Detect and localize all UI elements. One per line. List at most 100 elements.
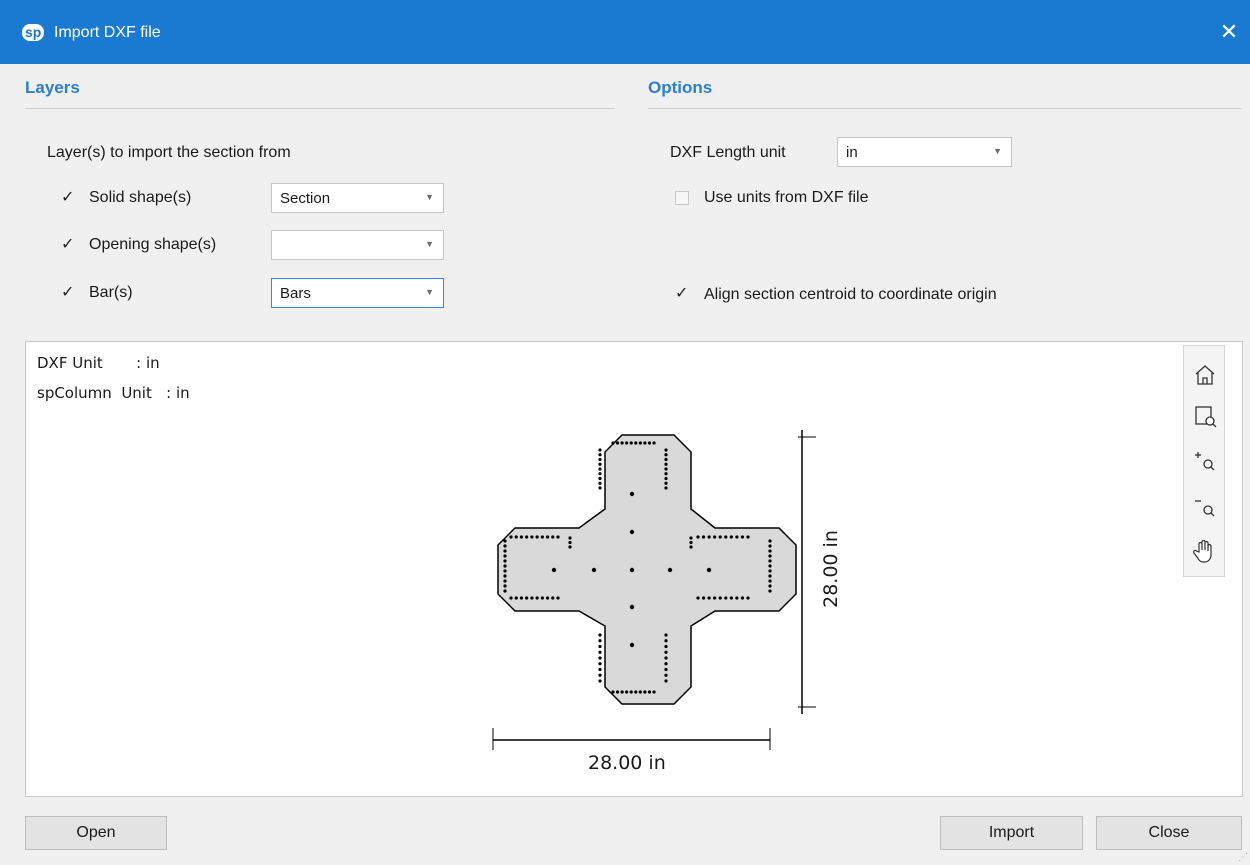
bar-dot bbox=[514, 535, 518, 539]
bar-dot bbox=[591, 567, 597, 573]
bar-dot bbox=[551, 535, 555, 539]
bar-dot bbox=[768, 584, 772, 588]
bar-dot bbox=[664, 448, 668, 452]
bar-dot bbox=[643, 690, 647, 694]
layers-prompt: Layer(s) to import the section from bbox=[47, 144, 291, 161]
bar-dot bbox=[740, 535, 745, 539]
bar-dot bbox=[598, 656, 602, 660]
bar-dot bbox=[664, 667, 668, 672]
bar-dot bbox=[746, 535, 750, 539]
use-units-label: Use units from DXF file bbox=[704, 189, 869, 206]
bar-dot bbox=[615, 441, 620, 445]
bar-dot bbox=[598, 472, 602, 476]
opening-shape-dropdown[interactable]: ▼ bbox=[271, 230, 444, 260]
bar-dot bbox=[503, 554, 507, 558]
bar-dot bbox=[664, 644, 668, 649]
zoom-window-icon[interactable] bbox=[1190, 401, 1220, 431]
home-icon[interactable] bbox=[1190, 360, 1220, 390]
bar-dot bbox=[664, 639, 668, 643]
bar-dot bbox=[707, 535, 711, 539]
bar-dot bbox=[696, 596, 700, 600]
bar-dot bbox=[638, 690, 642, 694]
bar-dot bbox=[598, 679, 602, 683]
zoom-in-icon[interactable] bbox=[1190, 446, 1220, 476]
chevron-down-icon: ▼ bbox=[993, 146, 1002, 156]
bar-dot bbox=[664, 476, 668, 481]
length-unit-label: DXF Length unit bbox=[670, 144, 786, 161]
bar-dot bbox=[634, 441, 638, 445]
open-button[interactable]: Open bbox=[25, 816, 167, 850]
bar-dot bbox=[713, 535, 717, 539]
bar-dot bbox=[667, 567, 673, 573]
bar-dot bbox=[664, 633, 668, 637]
bar-dot bbox=[568, 545, 572, 549]
bar-dot bbox=[768, 559, 772, 563]
bar-dot bbox=[664, 453, 668, 457]
bar-dot bbox=[503, 549, 507, 553]
bar-dot bbox=[598, 644, 602, 649]
layers-heading: Layers bbox=[25, 78, 80, 97]
bar-dot bbox=[503, 539, 507, 543]
bar-dot bbox=[620, 441, 624, 445]
import-button[interactable]: Import bbox=[940, 816, 1083, 850]
bar-dot bbox=[540, 535, 544, 539]
bar-dot bbox=[724, 535, 728, 539]
bar-dot bbox=[652, 690, 656, 694]
bar-dot bbox=[598, 650, 602, 654]
zoom-out-icon[interactable] bbox=[1190, 492, 1220, 522]
bar-dot bbox=[519, 535, 524, 539]
bar-dot bbox=[540, 596, 544, 600]
align-centroid-checkbox[interactable]: ✓ bbox=[675, 285, 689, 302]
close-icon[interactable]: ✕ bbox=[1215, 15, 1243, 49]
bar-dot bbox=[535, 596, 539, 600]
bar-dot bbox=[611, 690, 615, 694]
section-preview-canvas[interactable]: DXF Unit : in spColumn Unit : in 28.00 i… bbox=[25, 341, 1243, 797]
bar-dot bbox=[629, 491, 635, 497]
bar-dot bbox=[740, 596, 745, 600]
close-button[interactable]: Close bbox=[1096, 816, 1242, 850]
bar-dot bbox=[718, 596, 722, 600]
bar-dot bbox=[729, 596, 733, 600]
bar-dot bbox=[647, 441, 652, 445]
solid-shape-value: Section bbox=[280, 190, 331, 207]
bar-dot bbox=[598, 467, 602, 471]
bar-dot bbox=[629, 441, 633, 445]
bar-dot bbox=[503, 544, 507, 548]
use-units-checkbox[interactable] bbox=[675, 191, 689, 205]
bar-dot bbox=[768, 564, 772, 568]
resize-grip-icon[interactable]: ⋰ bbox=[1238, 852, 1248, 863]
pan-hand-icon[interactable] bbox=[1190, 536, 1220, 566]
bar-dot bbox=[551, 596, 555, 600]
bar-dot bbox=[664, 656, 668, 660]
bar-dot bbox=[598, 662, 602, 666]
bar-dot bbox=[768, 579, 772, 583]
bar-dot bbox=[598, 633, 602, 637]
bar-dot bbox=[713, 596, 717, 600]
bar-dot bbox=[598, 457, 602, 462]
solid-shape-checkbox[interactable]: ✓ bbox=[61, 189, 75, 206]
bar-dot bbox=[634, 690, 638, 694]
bars-dropdown[interactable]: Bars ▼ bbox=[271, 278, 444, 308]
bar-dot bbox=[598, 453, 602, 457]
bars-checkbox[interactable]: ✓ bbox=[61, 284, 75, 301]
bar-dot bbox=[598, 667, 602, 672]
bar-dot bbox=[503, 574, 507, 578]
length-unit-dropdown[interactable]: in ▼ bbox=[837, 137, 1012, 167]
bar-dot bbox=[598, 462, 602, 466]
bar-dot bbox=[598, 639, 602, 643]
vertical-dimension-label: 28.00 in bbox=[820, 530, 842, 608]
bar-dot bbox=[615, 690, 620, 694]
bar-dot bbox=[768, 539, 772, 543]
bar-dot bbox=[503, 564, 507, 568]
bar-dot bbox=[664, 679, 668, 683]
solid-shape-dropdown[interactable]: Section ▼ bbox=[271, 183, 444, 213]
bar-dot bbox=[768, 544, 772, 548]
bar-dot bbox=[519, 596, 524, 600]
bar-dot bbox=[556, 535, 560, 539]
bars-value: Bars bbox=[280, 285, 311, 302]
opening-shape-checkbox[interactable]: ✓ bbox=[61, 236, 75, 253]
bar-dot bbox=[724, 596, 728, 600]
bar-dot bbox=[735, 596, 739, 600]
bar-dot bbox=[652, 441, 656, 445]
bar-dot bbox=[598, 448, 602, 452]
